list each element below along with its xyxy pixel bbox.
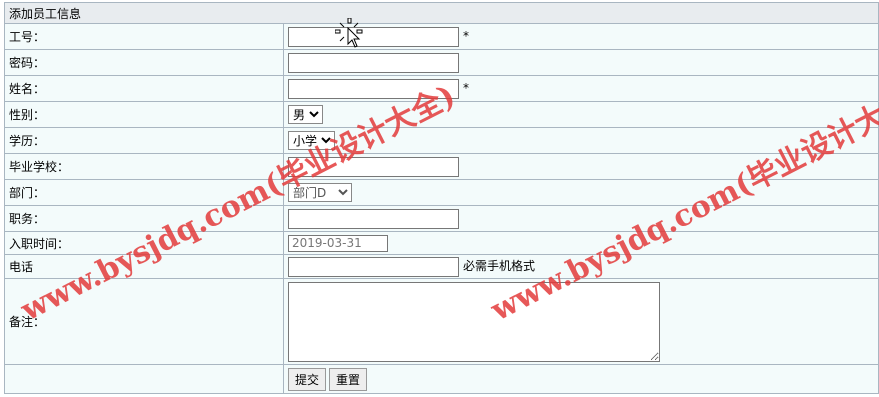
phone-input[interactable] [288,256,459,277]
row-department: 部门： 部门D [4,179,879,206]
school-input[interactable] [288,156,459,177]
remarks-label: 备注： [4,278,284,365]
department-label: 部门： [4,179,284,206]
form-title: 添加员工信息 [4,2,879,24]
employee-id-input[interactable] [288,26,459,47]
row-hire-date: 入职时间： [4,231,879,255]
row-phone: 电话 必需手机格式 [4,254,879,279]
submit-button[interactable]: 提交 [288,367,327,391]
row-gender: 性别： 男 [4,101,879,128]
name-input[interactable] [288,78,459,99]
education-label: 学历： [4,127,284,154]
hire-date-label: 入职时间： [4,231,284,255]
password-input[interactable] [288,52,459,73]
row-employee-id: 工号： * [4,23,879,50]
gender-label: 性别： [4,101,284,128]
education-select[interactable]: 小学 [288,131,335,150]
employee-form-table: 添加员工信息 工号： * 密码： 姓名： * 性别： 男 学历： 小学 毕业学校… [4,2,879,394]
gender-select[interactable]: 男 [288,105,323,124]
school-label: 毕业学校： [4,153,284,180]
employee-id-label: 工号： [4,23,284,50]
row-education: 学历： 小学 [4,127,879,154]
row-name: 姓名： * [4,75,879,102]
row-remarks: 备注： [4,278,879,365]
password-label: 密码： [4,49,284,76]
row-position: 职务： [4,205,879,232]
department-select[interactable]: 部门D [288,183,352,202]
name-label: 姓名： [4,75,284,102]
required-mark: * [463,81,469,95]
row-school: 毕业学校： [4,153,879,180]
hire-date-input[interactable] [288,234,388,252]
position-label: 职务： [4,205,284,232]
required-mark: * [463,29,469,43]
phone-label: 电话 [4,254,284,279]
form-title-row: 添加员工信息 [4,2,879,24]
row-actions: 提交 重置 [4,364,879,394]
reset-button[interactable]: 重置 [329,367,368,391]
row-password: 密码： [4,49,879,76]
mouse-cursor-icon [335,18,363,48]
remarks-textarea[interactable] [288,281,660,362]
phone-hint: 必需手机格式 [463,259,536,273]
position-input[interactable] [288,208,459,229]
